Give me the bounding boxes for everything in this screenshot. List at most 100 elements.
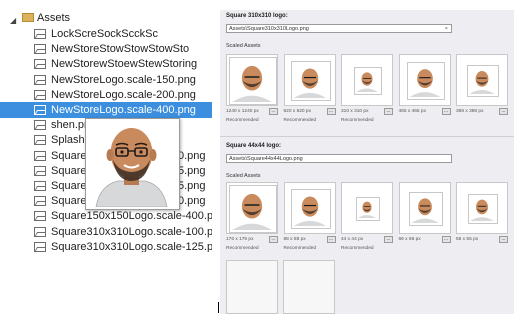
asset-tile[interactable] xyxy=(283,182,336,234)
image-file-icon xyxy=(34,181,46,191)
image-file-icon xyxy=(34,196,46,207)
tree-item[interactable]: NewStoreLogo.scale-150.png xyxy=(0,72,212,88)
image-file-icon xyxy=(34,29,46,39)
recommended-label: Recommended xyxy=(341,246,374,251)
avatar-thumbnail xyxy=(293,68,326,98)
asset-size-label: 44 x 44 px xyxy=(341,237,364,242)
browse-button[interactable]: ... xyxy=(499,108,508,115)
avatar-thumbnail xyxy=(358,201,376,218)
browse-button[interactable]: ... xyxy=(269,108,278,115)
asset-tile[interactable] xyxy=(283,54,336,106)
tree-item[interactable]: Square310x310Logo.scale-100.png xyxy=(0,224,212,240)
asset-image-frame xyxy=(408,192,443,226)
tree-item-label: shen.pr xyxy=(51,119,88,132)
section-divider xyxy=(220,136,514,137)
asset-tile[interactable] xyxy=(398,182,451,234)
image-file-icon xyxy=(34,165,46,176)
browse-button[interactable]: ... xyxy=(326,108,336,115)
browse-button[interactable]: ... xyxy=(441,108,451,115)
avatar-thumbnail xyxy=(470,199,494,221)
asset-tree: ◢ Assets LockScreSockScckSc NewStoreStowS… xyxy=(0,0,212,252)
asset-size-label: 1240 x 1240 px xyxy=(226,109,259,114)
folder-label: Assets xyxy=(37,12,71,24)
path-text: Assets\Square310x310Logo.png xyxy=(229,26,309,32)
tree-item-suffix: 5.png xyxy=(178,180,206,192)
blank-asset-slot xyxy=(283,260,335,314)
avatar-thumbnail xyxy=(356,72,378,92)
image-file-icon xyxy=(34,211,46,222)
tree-folder-assets[interactable]: ◢ Assets xyxy=(0,10,212,26)
tree-item-label: NewStoreStowStowStowSto xyxy=(51,43,190,56)
path-text: Assets\Square44x44Logo.png xyxy=(229,156,303,162)
visual-assets-designer: Square 310x310 logo: Assets\Square310x31… xyxy=(220,10,514,314)
folder-icon xyxy=(22,13,34,22)
tree-item[interactable]: LockScreSockScckSc xyxy=(0,26,212,42)
avatar-thumbnail xyxy=(293,196,326,226)
tree-item-label: Square310x310Logo.scale-100.png xyxy=(51,225,212,238)
image-file-icon xyxy=(34,241,46,252)
tree-item-label: NewStoreLogo.scale-200.png xyxy=(51,88,196,101)
tree-item[interactable]: NewStoreStowStowStowSto xyxy=(0,41,212,57)
asset-image-frame xyxy=(356,197,380,221)
recommended-label: Recommended xyxy=(226,118,259,123)
asset-tile[interactable] xyxy=(226,182,278,234)
asset-size-label: 66 x 66 px xyxy=(398,237,421,242)
asset-size-label: 465 x 465 px xyxy=(398,109,426,114)
browse-button[interactable]: ... xyxy=(384,236,393,243)
asset-tile[interactable] xyxy=(341,182,393,234)
image-preview-tooltip xyxy=(85,118,180,210)
image-file-icon xyxy=(34,120,46,131)
asset-size-label: 55 x 55 px xyxy=(456,237,479,242)
asset-tile[interactable] xyxy=(456,54,508,106)
asset-image-frame xyxy=(468,194,498,224)
scaled-assets-label: Scaled Assets xyxy=(226,43,261,49)
image-file-icon xyxy=(34,226,46,237)
asset-tile[interactable] xyxy=(456,182,508,234)
browse-button[interactable]: ... xyxy=(499,236,508,243)
image-file-icon xyxy=(34,44,46,55)
tree-item[interactable]: NewStoreLogo.scale-200.png xyxy=(0,87,212,103)
tree-item-label: NewStorewStoewStewStoring xyxy=(51,58,198,71)
image-file-icon xyxy=(34,74,46,85)
asset-size-label: 88 x 88 px xyxy=(283,237,306,242)
asset-size-label: 176 x 176 px xyxy=(226,237,254,242)
asset-size-label: 388 x 388 px xyxy=(456,109,484,114)
tree-item-suffix: 0.png xyxy=(178,195,206,208)
avatar-thumbnail xyxy=(469,71,495,94)
clear-icon[interactable]: × xyxy=(445,25,448,34)
image-file-icon xyxy=(34,150,46,161)
text-cursor xyxy=(218,302,219,313)
tree-item-label: LockScreSockScckSc xyxy=(51,28,158,40)
asset-image-frame xyxy=(406,62,445,100)
asset-image-frame xyxy=(229,185,277,233)
avatar-thumbnail xyxy=(411,198,438,223)
asset-image-frame xyxy=(467,65,499,97)
asset-image-frame xyxy=(290,189,331,229)
asset-tile[interactable] xyxy=(398,54,451,106)
path-input-310[interactable]: Assets\Square310x310Logo.png × xyxy=(226,24,452,33)
tree-item-suffix: 5.png xyxy=(178,164,206,177)
path-input-44[interactable]: Assets\Square44x44Logo.png xyxy=(226,154,452,163)
blank-asset-slot xyxy=(226,260,278,314)
tree-item[interactable]: NewStoreLogo.scale-400.png xyxy=(0,102,212,118)
browse-button[interactable]: ... xyxy=(326,236,336,243)
avatar-thumbnail xyxy=(232,193,272,230)
browse-button[interactable]: ... xyxy=(269,236,278,243)
avatar-thumbnail xyxy=(232,65,272,102)
browse-button[interactable]: ... xyxy=(441,236,451,243)
recommended-label: Recommended xyxy=(283,118,317,123)
image-file-icon xyxy=(34,89,46,100)
recommended-label: Recommended xyxy=(226,246,259,251)
browse-button[interactable]: ... xyxy=(384,108,393,115)
asset-tile[interactable] xyxy=(226,54,278,106)
tree-item[interactable]: NewStorewStoewStewStoring xyxy=(0,56,212,72)
tree-item[interactable]: Square310x310Logo.scale-125.png xyxy=(0,239,212,252)
image-file-icon xyxy=(34,105,46,115)
asset-tile[interactable] xyxy=(341,54,393,106)
tree-item-label: Square310x310Logo.scale-125.png xyxy=(51,240,212,252)
section-title-44: Square 44x44 logo: xyxy=(226,143,282,149)
image-file-icon xyxy=(34,59,46,70)
asset-size-label: 620 x 620 px xyxy=(283,109,311,114)
scaled-assets-label: Scaled Assets xyxy=(226,173,261,179)
avatar-preview-image xyxy=(86,119,177,208)
